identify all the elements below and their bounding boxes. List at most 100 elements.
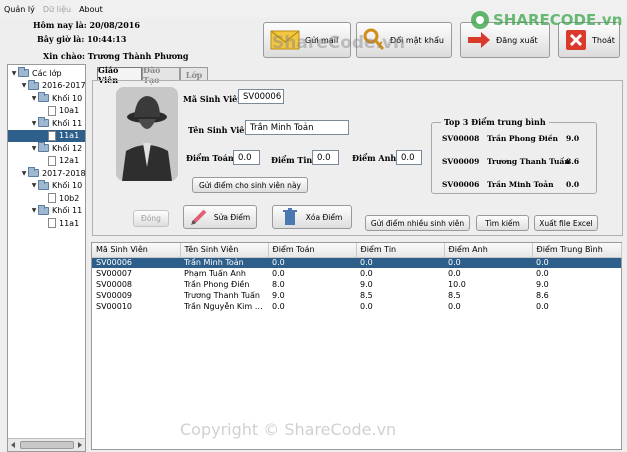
tab-dao-tao[interactable]: Đào Tạo bbox=[142, 65, 180, 85]
tree-node[interactable]: ▼ Các lớp bbox=[10, 67, 62, 79]
student-id-field[interactable]: SV00006 bbox=[238, 89, 284, 104]
expand-arrow-icon[interactable]: ▼ bbox=[30, 207, 38, 214]
folder-icon bbox=[18, 67, 29, 77]
math-score-field[interactable]: 0.0 bbox=[233, 150, 260, 165]
delete-score-button[interactable]: Xóa Điểm bbox=[272, 205, 352, 229]
tree-node[interactable]: ▼ Khối 11 bbox=[30, 204, 83, 217]
tree-node[interactable]: ▼ Khối 11 bbox=[30, 117, 82, 129]
tree-node[interactable]: ▼ Khối 10 bbox=[30, 92, 82, 104]
column-header[interactable]: Điểm Toán bbox=[268, 243, 357, 258]
search-button[interactable]: Tìm kiếm bbox=[476, 215, 529, 231]
tree-node[interactable]: 10b2 bbox=[40, 192, 79, 204]
column-header[interactable]: Tên Sinh Viên bbox=[180, 243, 269, 258]
pencil-icon bbox=[190, 209, 207, 225]
it-score-field[interactable]: 0.0 bbox=[312, 150, 339, 165]
tree-node-label: Khối 11 bbox=[52, 118, 83, 128]
expand-arrow-icon[interactable]: ▼ bbox=[20, 170, 28, 177]
top3-name: Trương Thanh Tuấn bbox=[487, 157, 570, 166]
tree-node-label: 2017-2018 bbox=[42, 168, 86, 178]
tree-node-label: Khối 10 bbox=[52, 181, 83, 190]
tree-node-label: 11a1 bbox=[59, 218, 80, 228]
scroll-thumb[interactable] bbox=[20, 441, 74, 449]
table-cell: 8.5 bbox=[448, 291, 461, 300]
table-row[interactable]: SV00008 Trần Phong Điền 8.0 9.0 10.0 9.0 bbox=[92, 279, 621, 290]
score-table[interactable]: Mã Sinh Viên Tên Sinh Viên Điểm Toán Điểm T… bbox=[91, 242, 622, 450]
date-label: Hôm nay là: 20/08/2016 bbox=[33, 20, 140, 30]
folder-icon bbox=[38, 117, 49, 127]
file-icon bbox=[48, 193, 56, 203]
top3-id: SV00008 bbox=[442, 134, 480, 143]
tree-node[interactable]: ▼ 2017-2018 bbox=[20, 167, 86, 179]
send-score-button[interactable]: Gửi điểm cho sinh viên này bbox=[192, 177, 308, 193]
tree-node[interactable]: ▼ Khối 10 bbox=[30, 179, 83, 192]
tab-lop[interactable]: Lớp bbox=[180, 67, 208, 81]
tree-node[interactable]: 11a1 bbox=[8, 129, 85, 142]
scroll-right-icon[interactable] bbox=[76, 441, 84, 449]
column-header[interactable]: Mã Sinh Viên bbox=[92, 243, 181, 258]
expand-arrow-icon[interactable]: ▼ bbox=[30, 120, 38, 127]
tab-giao-vien[interactable]: Giáo Viên bbox=[97, 65, 142, 85]
table-cell: 8.0 bbox=[272, 280, 285, 289]
tree-node-label: Khối 10 bbox=[52, 93, 83, 103]
english-score-field[interactable]: 0.0 bbox=[396, 150, 422, 165]
tree-node[interactable]: 12a1 bbox=[40, 155, 79, 167]
student-name-field[interactable]: Trần Minh Toản bbox=[245, 120, 349, 135]
export-excel-button[interactable]: Xuất file Excel bbox=[534, 215, 598, 231]
menu-quan-ly[interactable]: Quản lý bbox=[4, 5, 35, 14]
file-icon bbox=[48, 218, 56, 228]
scroll-left-icon[interactable] bbox=[9, 441, 17, 449]
student-name-label: Tên Sinh Viên: bbox=[188, 125, 254, 135]
top3-score: 9.0 bbox=[566, 134, 580, 143]
send-many-button[interactable]: Gửi điểm nhiều sinh viên bbox=[365, 215, 470, 231]
folder-icon bbox=[38, 142, 49, 152]
menu-du-lieu[interactable]: Dữ liệu bbox=[43, 5, 71, 14]
expand-arrow-icon[interactable]: ▼ bbox=[10, 70, 18, 77]
student-id-label: Mã Sinh Viên: bbox=[183, 94, 247, 104]
table-cell: 0.0 bbox=[532, 257, 621, 268]
expand-arrow-icon[interactable]: ▼ bbox=[30, 145, 38, 152]
column-header[interactable]: Điểm Tin bbox=[356, 243, 445, 258]
sharecode-logo: SHARECODE.vn bbox=[470, 10, 622, 30]
math-score-label: Điểm Toán: bbox=[186, 153, 237, 163]
expand-arrow-icon[interactable]: ▼ bbox=[20, 82, 28, 89]
table-cell: SV00010 bbox=[96, 302, 132, 311]
table-cell: 9.0 bbox=[272, 291, 285, 300]
tree-node-label: 10b2 bbox=[59, 193, 80, 203]
table-cell: 0.0 bbox=[356, 257, 444, 268]
table-row[interactable]: SV00010 Trần Nguyễn Kim Qu... 0.0 0.0 0.0 0.0 bbox=[92, 301, 621, 312]
table-cell: SV00007 bbox=[96, 269, 132, 278]
logout-arrow-icon bbox=[468, 32, 490, 48]
expand-arrow-icon[interactable]: ▼ bbox=[30, 182, 38, 189]
table-cell: Trần Phong Điền bbox=[184, 280, 250, 289]
tree-node[interactable]: 10a1 bbox=[40, 105, 79, 117]
table-row[interactable]: SV00007 Phạm Tuấn Anh 0.0 0.0 0.0 0.0 bbox=[92, 268, 621, 279]
tree-node[interactable]: ▼ 2016-2017 bbox=[20, 79, 86, 92]
table-row[interactable]: SV00009 Trương Thanh Tuấn 9.0 8.5 8.5 8.6 bbox=[92, 290, 621, 301]
close-button[interactable]: Đóng bbox=[133, 210, 169, 227]
tree-node-label: 2016-2017 bbox=[42, 81, 86, 90]
column-header[interactable]: Điểm Trung Bình bbox=[532, 243, 622, 258]
folder-icon bbox=[38, 92, 49, 102]
tree-horizontal-scrollbar[interactable] bbox=[8, 438, 85, 451]
top3-score: 0.0 bbox=[566, 180, 580, 189]
tree-node[interactable]: ▼ Khối 12 bbox=[30, 142, 82, 154]
column-header[interactable]: Điểm Anh bbox=[444, 243, 533, 258]
tree-node[interactable]: 11a1 bbox=[40, 217, 79, 229]
folder-icon bbox=[28, 167, 39, 177]
table-cell: 9.0 bbox=[360, 280, 373, 289]
expand-arrow-icon[interactable]: ▼ bbox=[30, 95, 38, 102]
table-cell: 8.6 bbox=[536, 291, 549, 300]
table-cell: 0.0 bbox=[272, 302, 285, 311]
edit-score-button[interactable]: Sửa Điểm bbox=[183, 205, 257, 229]
table-cell: 0.0 bbox=[444, 257, 532, 268]
tree-node-label: Khối 11 bbox=[52, 206, 83, 215]
table-row[interactable]: SV00006 Trần Minh Toản 0.0 0.0 0.0 0.0 bbox=[92, 257, 621, 268]
table-cell: 0.0 bbox=[448, 302, 461, 311]
menu-about[interactable]: About bbox=[79, 5, 103, 14]
it-score-label: Điểm Tin: bbox=[271, 155, 316, 165]
class-tree[interactable]: ▼ Các lớp ▼ 2016-2017 ▼ Khối 10 10a1 ▼ Khối 11 11… bbox=[7, 64, 86, 452]
folder-icon bbox=[28, 79, 39, 90]
table-cell: SV00009 bbox=[96, 291, 132, 300]
file-icon bbox=[48, 105, 56, 116]
table-cell: 9.0 bbox=[536, 280, 549, 289]
